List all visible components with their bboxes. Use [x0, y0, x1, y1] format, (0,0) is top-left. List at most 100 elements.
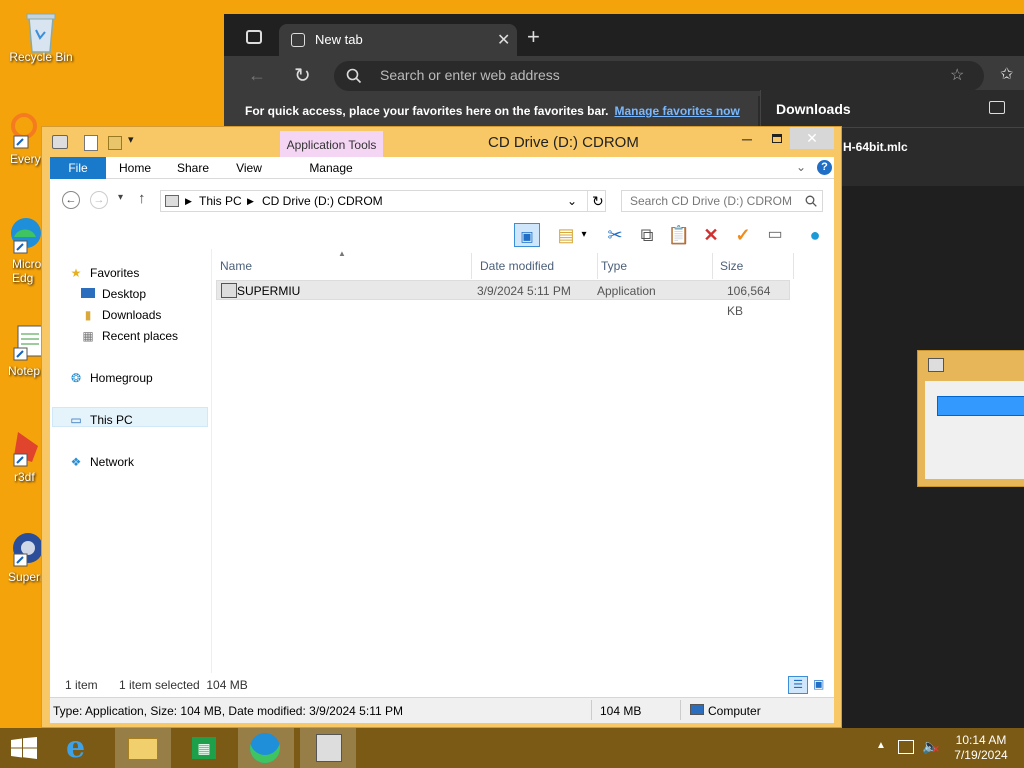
- ribbon-tabs: File Home Share View Manage ⌄ ?: [50, 157, 834, 179]
- app-icon: [928, 358, 944, 372]
- selection-info: 1 item selected 104 MB: [119, 678, 248, 692]
- item-count: 1 item: [65, 678, 98, 692]
- drive-icon: [165, 195, 179, 207]
- folder-options-icon[interactable]: ▤: [553, 223, 579, 247]
- help-icon[interactable]: ?: [817, 160, 832, 175]
- taskbar-internet-explorer[interactable]: e: [56, 728, 112, 768]
- tab-file[interactable]: File: [50, 157, 106, 179]
- network-icon: ❖: [70, 455, 82, 469]
- close-button[interactable]: ✕: [790, 127, 834, 149]
- tab-actions-icon[interactable]: [246, 30, 262, 44]
- nav-label: Desktop: [102, 287, 147, 301]
- forward-button[interactable]: →: [90, 191, 108, 209]
- start-button[interactable]: [0, 728, 56, 768]
- show-hidden-icons-icon[interactable]: ▲: [876, 740, 886, 751]
- column-header-name[interactable]: Name: [220, 253, 472, 279]
- edge-icon: [250, 733, 280, 763]
- details-separator: [591, 700, 592, 720]
- tab-share[interactable]: Share: [170, 157, 216, 179]
- browser-tab-new-tab[interactable]: New tab ✕: [279, 24, 517, 56]
- add-favorite-icon[interactable]: ☆: [950, 65, 964, 85]
- edge-icon: [4, 215, 44, 255]
- taskbar-supermiu[interactable]: [300, 728, 356, 768]
- expand-ribbon-icon[interactable]: ⌄: [796, 160, 806, 174]
- downloads-title: Downloads: [761, 90, 1024, 128]
- new-tab-plus-icon[interactable]: +: [527, 24, 540, 50]
- clock[interactable]: 10:14 AM 7/19/2024: [946, 733, 1016, 763]
- file-date: 3/9/2024 5:11 PM: [477, 284, 571, 298]
- column-header-size[interactable]: Size: [720, 253, 794, 279]
- nav-this-pc[interactable]: ▭ This PC: [68, 410, 133, 430]
- properties-icon[interactable]: ▭: [762, 223, 788, 247]
- preview-pane-icon[interactable]: ▣: [514, 223, 540, 247]
- nav-label: Homegroup: [90, 371, 153, 385]
- nav-label: This PC: [90, 413, 133, 427]
- table-row[interactable]: SUPERMIU 3/9/2024 5:11 PM Application 10…: [216, 280, 790, 318]
- nav-network[interactable]: ❖ Network: [68, 452, 134, 472]
- application-icon: [316, 734, 342, 762]
- drive-icon: [52, 135, 68, 149]
- paste-icon[interactable]: 📋: [666, 223, 692, 247]
- taskbar-store[interactable]: ▦: [175, 728, 231, 768]
- nav-label: Favorites: [90, 266, 140, 280]
- taskbar-file-explorer[interactable]: [115, 728, 171, 768]
- taskbar-edge[interactable]: [238, 728, 294, 768]
- computer-icon: ▭: [70, 413, 82, 427]
- tab-manage[interactable]: Manage: [296, 157, 366, 179]
- tab-home[interactable]: Home: [112, 157, 158, 179]
- search-input[interactable]: Search CD Drive (D:) CDROM: [621, 190, 823, 212]
- navigation-pane: ★ Favorites Desktop ▮ Downloads ▦ Recent pl…: [50, 249, 212, 673]
- nav-homegroup[interactable]: ❂ Homegroup: [68, 368, 153, 388]
- breadcrumb[interactable]: ▶ This PC ▶ CD Drive (D:) CDROM ⌄ ↻: [160, 190, 606, 212]
- manage-favorites-link[interactable]: Manage favorites now: [614, 104, 739, 118]
- refresh-icon[interactable]: ↻: [294, 63, 311, 88]
- refresh-icon[interactable]: ↻: [587, 191, 604, 211]
- clock-date: 7/19/2024: [954, 748, 1008, 762]
- up-arrow-icon[interactable]: ↑: [138, 190, 146, 207]
- nav-label: Downloads: [102, 308, 162, 322]
- tab-title: New tab: [315, 32, 363, 47]
- large-icons-view-icon[interactable]: ▣: [813, 677, 827, 691]
- cut-icon[interactable]: ✂: [602, 223, 628, 247]
- desktop-icon-recycle-bin[interactable]: Recycle Bin: [0, 8, 82, 64]
- maximize-button[interactable]: [772, 134, 782, 143]
- nav-favorites[interactable]: ★ Favorites: [68, 263, 140, 283]
- properties-icon[interactable]: [84, 135, 98, 151]
- favorites-icon[interactable]: ✩: [1000, 64, 1013, 84]
- delete-icon[interactable]: ✕: [698, 223, 724, 247]
- progress-bar: [937, 396, 1024, 416]
- address-dropdown-icon[interactable]: ⌄: [567, 191, 577, 211]
- file-size: 106,564 KB: [727, 284, 771, 318]
- nav-desktop[interactable]: Desktop: [80, 284, 146, 304]
- qat-dropdown-icon[interactable]: ▾: [128, 133, 134, 146]
- back-button[interactable]: ←: [62, 191, 80, 209]
- breadcrumb-cd-drive[interactable]: CD Drive (D:) CDROM: [262, 191, 383, 211]
- details-view-icon[interactable]: ☰: [788, 676, 808, 694]
- new-folder-icon[interactable]: [108, 136, 122, 150]
- column-header-date[interactable]: Date modified: [480, 253, 598, 279]
- recent-places-icon: ▦: [82, 329, 94, 343]
- options-bubble-icon[interactable]: ●: [802, 223, 828, 247]
- breadcrumb-this-pc[interactable]: This PC: [199, 191, 242, 211]
- back-arrow-icon[interactable]: ←: [248, 65, 266, 86]
- network-tray-icon[interactable]: [898, 740, 914, 754]
- copy-icon[interactable]: ⧉: [634, 223, 660, 247]
- tab-view[interactable]: View: [228, 157, 270, 179]
- recent-locations-icon[interactable]: ▾: [118, 192, 123, 203]
- details-bar: Type: Application, Size: 104 MB, Date mo…: [50, 697, 834, 723]
- search-icon: [805, 195, 817, 207]
- star-icon: ★: [70, 266, 82, 280]
- open-folder-icon[interactable]: [989, 101, 1005, 114]
- computer-icon: [690, 704, 704, 715]
- column-header-type[interactable]: Type: [601, 253, 713, 279]
- rename-check-icon[interactable]: ✓: [730, 223, 756, 247]
- download-item-name[interactable]: H-64bit.mlc: [843, 140, 908, 154]
- nav-recent-places[interactable]: ▦ Recent places: [80, 326, 178, 346]
- toolbar-dropdown-icon[interactable]: ▾: [578, 223, 590, 247]
- nav-downloads[interactable]: ▮ Downloads: [80, 305, 162, 325]
- everything-search-icon: [4, 110, 44, 150]
- close-tab-icon[interactable]: ✕: [497, 30, 510, 50]
- minimize-button[interactable]: ─: [742, 131, 758, 151]
- address-input[interactable]: Search or enter web address ☆: [334, 61, 984, 91]
- application-tools-tab-group: Application Tools: [280, 131, 383, 157]
